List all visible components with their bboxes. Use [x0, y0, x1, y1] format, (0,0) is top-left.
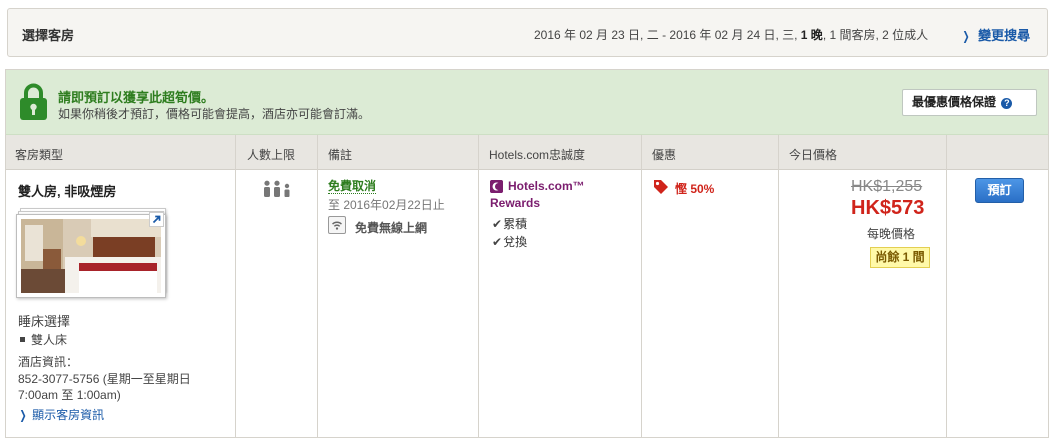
- search-dates-summary: 2016 年 02 月 23 日, 二 - 2016 年 02 月 24 日, …: [534, 26, 928, 43]
- check-icon: ✔: [492, 217, 503, 231]
- occupancy-icon: [264, 180, 290, 197]
- column-divider: [641, 135, 642, 437]
- column-divider: [478, 135, 479, 437]
- free-cancellation-link[interactable]: 免費取消: [328, 180, 377, 194]
- free-wifi-label: 免費無線上網: [355, 221, 428, 235]
- wifi-icon: [328, 216, 346, 234]
- redeem-label: 兌換: [503, 235, 528, 249]
- column-divider: [946, 135, 947, 437]
- hotel-hours: 7:00am 至 1:00am): [18, 388, 121, 402]
- table-header: 客房類型 人數上限 備註 Hotels.com忠誠度 優惠 今日價格: [6, 135, 1048, 170]
- nights-count: 1 晚: [800, 28, 823, 42]
- header-notes: 備註: [328, 148, 353, 162]
- header-deals: 優惠: [652, 148, 677, 162]
- chevron-right-icon: ❯: [19, 408, 27, 422]
- discount-label: 慳 50%: [675, 182, 715, 196]
- lock-icon: [20, 83, 47, 120]
- search-summary-bar: 選擇客房 2016 年 02 月 23 日, 二 - 2016 年 02 月 2…: [7, 8, 1048, 57]
- bed-type-label: 雙人床: [31, 333, 68, 347]
- promo-banner: 請即預訂以獲享此超筍價。 如果你稍後才預訂，價格可能會提高，酒店亦可能會訂滿。 …: [6, 70, 1048, 135]
- expand-arrow-icon[interactable]: [149, 212, 164, 227]
- change-search-link[interactable]: ❯ 變更搜尋: [961, 25, 1031, 44]
- promo-headline: 請即預訂以獲享此超筍價。: [58, 90, 215, 105]
- guarantee-label: 最優惠價格保證: [912, 95, 997, 109]
- hotel-info-label: 酒店資訊：: [18, 355, 79, 369]
- earn-item: ✔累積: [492, 215, 527, 232]
- rewards-brand-line1: Hotels.com™: [508, 179, 585, 193]
- current-price: HK$573: [851, 197, 925, 219]
- room-image: [21, 219, 161, 293]
- book-button[interactable]: 預訂: [975, 178, 1024, 203]
- header-loyalty: Hotels.com忠誠度: [489, 148, 586, 162]
- dates-suffix: , 1 間客房, 2 位成人: [822, 28, 929, 42]
- best-price-guarantee-button[interactable]: 最優惠價格保證 ?: [902, 89, 1037, 116]
- column-divider: [778, 135, 779, 437]
- question-icon: ?: [1001, 98, 1013, 109]
- check-icon: ✔: [492, 235, 503, 249]
- chevron-right-icon: ❯: [962, 29, 970, 43]
- room-photo[interactable]: [16, 208, 168, 298]
- earn-label: 累積: [503, 217, 528, 231]
- change-search-label: 變更搜尋: [978, 28, 1031, 43]
- hotel-phone: 852-3077-5756 (星期一至星期日: [18, 372, 191, 386]
- show-room-info-label: 顯示客房資訊: [32, 408, 105, 422]
- header-room-type: 客房類型: [15, 148, 64, 162]
- bed-type-option: 雙人床: [18, 331, 67, 348]
- rewards-brand-line2: Rewards: [490, 196, 541, 210]
- select-room-title: 選擇客房: [22, 28, 75, 43]
- promo-subtext: 如果你稍後才預訂，價格可能會提高，酒店亦可能會訂滿。: [58, 107, 371, 121]
- rooms-left-badge: 尚餘 1 間: [870, 247, 930, 268]
- room-photo-frame: [16, 214, 166, 298]
- hotels-rewards-icon: [490, 180, 503, 193]
- room-name: 雙人房, 非吸煙房: [18, 184, 117, 199]
- dates-prefix: 2016 年 02 月 23 日, 二 - 2016 年 02 月 24 日, …: [534, 28, 801, 42]
- room-panel: 請即預訂以獲享此超筍價。 如果你稍後才預訂，價格可能會提高，酒店亦可能會訂滿。 …: [5, 69, 1049, 438]
- header-todays-price: 今日價格: [789, 148, 838, 162]
- redeem-item: ✔兌換: [492, 233, 527, 250]
- price-tag-icon: [654, 180, 668, 194]
- header-max-occupancy: 人數上限: [247, 148, 296, 162]
- show-room-info-link[interactable]: ❯ 顯示客房資訊: [18, 406, 105, 423]
- original-price: HK$1,255: [851, 178, 923, 195]
- column-divider: [235, 135, 236, 437]
- bullet-icon: [20, 337, 25, 343]
- per-night-label: 每晚價格: [867, 227, 916, 241]
- column-divider: [317, 135, 318, 437]
- bed-choice-label: 睡床選擇: [18, 314, 71, 329]
- cancel-deadline: 至 2016年02月22日止: [328, 198, 445, 212]
